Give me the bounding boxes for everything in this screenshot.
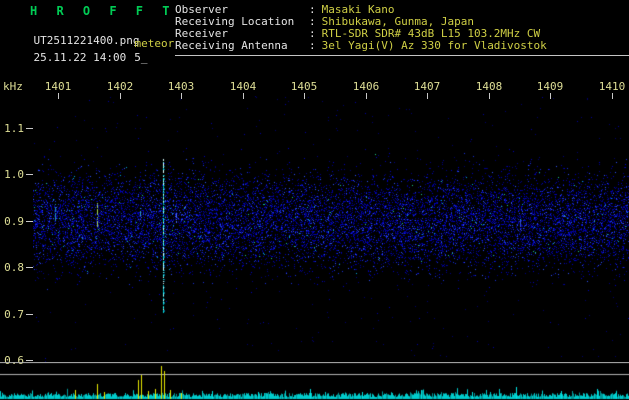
- y-axis-tick: [26, 174, 33, 175]
- datetime-row: 25.11.22 14:00 5_: [7, 38, 148, 77]
- y-axis-tick: [26, 221, 33, 222]
- y-axis-tick: [26, 360, 33, 361]
- x-axis-label: 1401: [44, 80, 72, 93]
- y-axis-label: 1.0: [4, 168, 24, 181]
- hrofft-app-window: H R O F F T UT2511221400.pngmeteor 25.11…: [0, 0, 629, 400]
- x-axis-label: 1402: [106, 80, 134, 93]
- x-axis-label: 1404: [229, 80, 257, 93]
- y-axis-label: 0.9: [4, 215, 24, 228]
- x-axis-label: 1406: [352, 80, 380, 93]
- x-axis-label: 1403: [167, 80, 195, 93]
- y-axis-unit: kHz: [3, 80, 23, 93]
- station-info: Observer: Masaki Kano Receiving Location:…: [175, 4, 547, 52]
- y-axis-tick: [26, 267, 33, 268]
- x-axis-label: 1405: [290, 80, 318, 93]
- header-separator-line: [175, 55, 629, 56]
- x-axis-label: 1407: [413, 80, 441, 93]
- info-label: Receiving Antenna: [175, 39, 288, 52]
- y-axis-tick: [26, 314, 33, 315]
- info-separator: :: [309, 39, 316, 52]
- info-value: 3el Yagi(V) Az 330 for Vladivostok: [321, 39, 547, 52]
- x-axis-label: 1409: [536, 80, 564, 93]
- spectrogram-canvas: [33, 96, 629, 362]
- app-title: H R O F F T: [30, 4, 176, 18]
- x-axis-label: 1410: [598, 80, 626, 93]
- y-axis-tick: [26, 128, 33, 129]
- amplitude-canvas: [0, 362, 629, 400]
- y-axis-label: 1.1: [4, 122, 24, 135]
- y-axis-label: 0.8: [4, 261, 24, 274]
- y-axis-label: 0.7: [4, 308, 24, 321]
- info-row-antenna: Receiving Antenna:3el Yagi(V) Az 330 for…: [175, 40, 547, 52]
- x-axis-label: 1408: [475, 80, 503, 93]
- seconds-counter: 5_: [134, 51, 148, 64]
- datetime-label: 25.11.22 14:00: [33, 51, 127, 64]
